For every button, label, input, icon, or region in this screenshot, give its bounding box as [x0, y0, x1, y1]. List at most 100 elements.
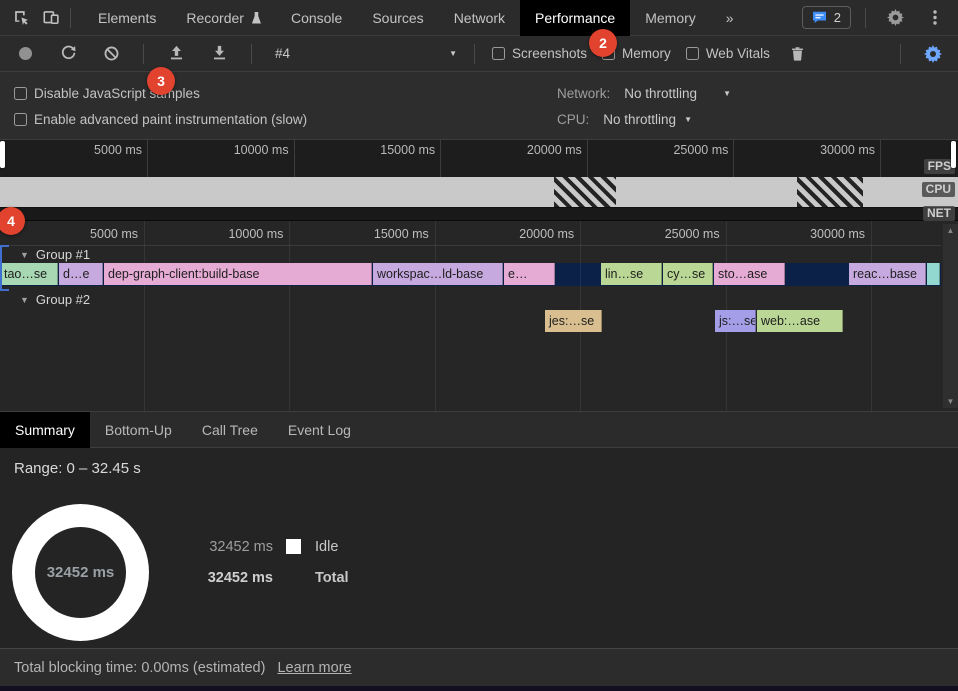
legend-label: Idle: [315, 539, 338, 555]
tab-sources[interactable]: Sources: [357, 0, 438, 36]
scroll-down-icon[interactable]: ▼: [947, 397, 955, 406]
detail-tab-call-tree[interactable]: Call Tree: [187, 412, 273, 448]
timeline-overview[interactable]: 5000 ms10000 ms15000 ms20000 ms25000 ms3…: [0, 140, 958, 221]
delete-recording-button[interactable]: [783, 40, 813, 68]
issues-count: 2: [834, 10, 841, 25]
detail-tab-event-log[interactable]: Event Log: [273, 412, 366, 448]
net-lane-label: NET: [923, 206, 955, 221]
legend-row-idle: 32452 msIdle: [207, 536, 349, 557]
load-profile-button[interactable]: [161, 40, 191, 68]
chevron-down-icon: ▼: [449, 49, 457, 58]
divider: [143, 44, 144, 64]
window-edge: [0, 686, 958, 691]
devtools-performance-panel: { "tab_bar": { "tabs": [ {"label": "Elem…: [0, 0, 958, 691]
save-profile-button[interactable]: [204, 40, 234, 68]
overview-tick-label: 20000 ms: [492, 143, 582, 157]
more-options-icon[interactable]: [920, 4, 950, 32]
tab-console[interactable]: Console: [276, 0, 357, 36]
history-label: #4: [275, 46, 290, 61]
annotation-badge-3: 3: [147, 67, 175, 95]
divider: [251, 44, 252, 64]
timeline-grid-line: [871, 221, 872, 411]
timeline-tick-label: 5000 ms: [48, 227, 138, 241]
task-bar[interactable]: cy…se: [663, 263, 713, 285]
checkbox-label: Disable JavaScript samples: [34, 86, 200, 101]
overview-tick-label: 5000 ms: [52, 143, 142, 157]
timeline-tick-label: 15000 ms: [339, 227, 429, 241]
tab-memory[interactable]: Memory: [630, 0, 711, 36]
network-throttling-select[interactable]: Network: No throttling ▼: [557, 80, 731, 106]
toolbar-check-web-vitals[interactable]: Web Vitals: [686, 46, 770, 61]
scroll-up-icon[interactable]: ▲: [947, 226, 955, 235]
annotation-badge-2: 2: [589, 29, 617, 57]
summary-legend: 32452 msIdle32452 msTotal: [207, 536, 349, 598]
overview-right-handle[interactable]: [951, 141, 956, 168]
detail-tab-summary[interactable]: Summary: [0, 412, 90, 448]
task-bar[interactable]: jes:…se: [545, 310, 602, 332]
checkbox[interactable]: [492, 47, 505, 60]
summary-view: Range: 0 – 32.45 s 32452 ms 32452 msIdle…: [0, 448, 958, 648]
task-bar[interactable]: workspac…ld-base: [373, 263, 503, 285]
record-button[interactable]: [10, 40, 40, 68]
divider: [474, 44, 475, 64]
record-icon: [19, 47, 32, 60]
task-bar[interactable]: [927, 263, 940, 285]
tab-network[interactable]: Network: [439, 0, 520, 36]
settings-gear-icon[interactable]: [880, 4, 910, 32]
tab-elements[interactable]: Elements: [83, 0, 171, 36]
network-throttling-label: Network:: [557, 86, 610, 101]
device-toolbar-icon[interactable]: [36, 4, 66, 32]
overview-net-band: [0, 207, 958, 221]
checkbox[interactable]: [686, 47, 699, 60]
task-bar[interactable]: reac…base: [849, 263, 926, 285]
flame-chart[interactable]: 5000 ms10000 ms15000 ms20000 ms25000 ms3…: [0, 221, 958, 412]
inspect-element-icon[interactable]: [6, 4, 36, 32]
expander-icon[interactable]: ▼: [20, 250, 29, 260]
group-label: Group #2: [36, 292, 90, 307]
timeline-tick-label: 25000 ms: [630, 227, 720, 241]
divider: [865, 8, 866, 28]
chat-bubble-icon: [812, 11, 827, 24]
issues-counter[interactable]: 2: [802, 6, 851, 29]
tab-more[interactable]: »: [711, 0, 749, 36]
legend-row-total: 32452 msTotal: [207, 567, 349, 588]
performance-toolbar: #4 ▼ ScreenshotsMemoryWeb Vitals: [0, 36, 958, 72]
tab-recorder[interactable]: Recorder: [171, 0, 276, 36]
donut-center-value: 32452 ms: [47, 564, 115, 581]
legend-swatch-spacer: [286, 570, 301, 585]
group-label: Group #1: [36, 247, 90, 262]
task-bar[interactable]: lin…se: [601, 263, 662, 285]
reload-and-record-button[interactable]: [53, 40, 83, 68]
timeline-grid-line: [435, 221, 436, 411]
checkbox[interactable]: [14, 87, 27, 100]
settings-check-enable-advanced-paint-instrumentation-slow[interactable]: Enable advanced paint instrumentation (s…: [14, 106, 944, 132]
overview-tick-label: 15000 ms: [345, 143, 435, 157]
track-selection-bracket: [0, 245, 9, 291]
toolbar-check-screenshots[interactable]: Screenshots: [492, 46, 587, 61]
legend-value: 32452 ms: [207, 570, 273, 586]
tab-performance[interactable]: Performance: [520, 0, 630, 36]
history-select[interactable]: #4 ▼: [269, 46, 457, 61]
vertical-scrollbar[interactable]: ▲ ▼: [943, 224, 958, 408]
chevron-down-icon: ▼: [723, 89, 731, 98]
group-header-group-1[interactable]: ▼ Group #1: [20, 247, 90, 262]
detail-tab-bottom-up[interactable]: Bottom-Up: [90, 412, 187, 448]
learn-more-link[interactable]: Learn more: [277, 660, 351, 676]
ruler-border: [0, 245, 941, 246]
checkbox-label: Enable advanced paint instrumentation (s…: [34, 112, 307, 127]
clear-recordings-button[interactable]: [96, 40, 126, 68]
timeline-tick-label: 10000 ms: [193, 227, 283, 241]
capture-settings-toggle[interactable]: [918, 40, 948, 68]
task-bar[interactable]: web:…ase: [757, 310, 843, 332]
group-header-group-2[interactable]: ▼ Group #2: [20, 292, 90, 307]
task-bar[interactable]: e…: [504, 263, 555, 285]
expander-icon[interactable]: ▼: [20, 295, 29, 305]
task-bar[interactable]: sto…ase: [714, 263, 785, 285]
cpu-throttling-select[interactable]: CPU: No throttling ▼: [557, 106, 731, 132]
task-bar[interactable]: dep-graph-client:build-base: [104, 263, 372, 285]
task-bar[interactable]: js:…se: [715, 310, 756, 332]
overview-left-handle[interactable]: [0, 141, 5, 168]
panel-tabs: ElementsRecorderConsoleSourcesNetworkPer…: [83, 0, 749, 36]
checkbox[interactable]: [14, 113, 27, 126]
task-bar[interactable]: d…e: [59, 263, 103, 285]
